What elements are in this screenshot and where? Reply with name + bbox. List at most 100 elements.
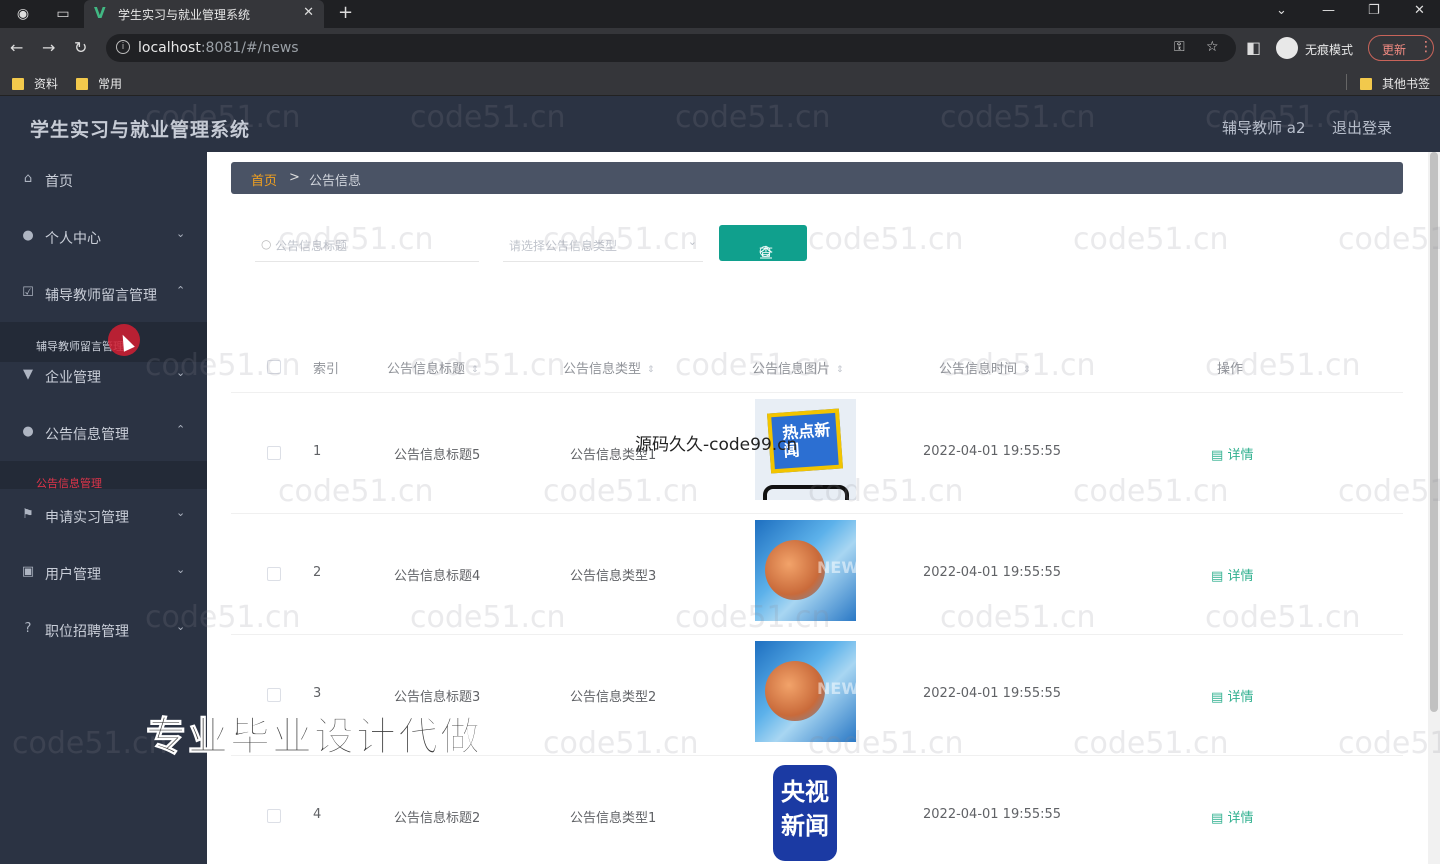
sidebar-item-teacher-messages[interactable]: ☑ 辅导教师留言管理 ⌃	[0, 266, 207, 322]
cell-index: 1	[313, 444, 322, 459]
new-tab-icon[interactable]: +	[338, 2, 353, 23]
detail-button[interactable]: ▤ 详情	[1211, 565, 1253, 584]
incognito-label: 无痕模式	[1305, 43, 1354, 57]
row-divider	[231, 513, 1403, 514]
detail-button[interactable]: ▤ 详情	[1211, 807, 1253, 826]
close-window-icon[interactable]: ✕	[1414, 3, 1425, 18]
sidebar-item-label: 企业管理	[45, 370, 101, 386]
cell-time: 2022-04-01 19:55:55	[923, 444, 1062, 459]
watermark: code51.cn	[1205, 100, 1361, 135]
user-icon: ●	[22, 228, 34, 243]
watermark: code51.cn	[1073, 222, 1229, 257]
update-label: 更新	[1382, 43, 1407, 57]
tab-list-icon[interactable]: ⌄	[1276, 3, 1287, 18]
sidebar-item-label: 申请实习管理	[45, 510, 129, 526]
search-icon: ○	[759, 243, 772, 259]
row-checkbox[interactable]	[267, 809, 281, 823]
sidebar-item-profile[interactable]: ● 个人中心 ⌄	[0, 209, 207, 265]
breadcrumb-home[interactable]: 首页	[251, 170, 277, 189]
col-type[interactable]: 公告信息类型 ⇕	[563, 358, 655, 377]
detail-button[interactable]: ▤ 详情	[1211, 444, 1253, 463]
more-menu-icon[interactable]: ⋮	[1419, 39, 1433, 55]
back-icon[interactable]: ←	[10, 38, 23, 57]
password-key-icon[interactable]: ⚿	[1174, 39, 1185, 55]
watermark: code51.cn	[1205, 348, 1361, 383]
cell-type: 公告信息类型3	[570, 569, 657, 584]
watermark: code51.cn	[808, 726, 964, 761]
doc-icon: ▤	[1211, 448, 1224, 463]
globe-graphic	[765, 661, 825, 721]
watermark: code51.cn	[1338, 474, 1440, 509]
browser-menu-icon[interactable]: ◉	[14, 5, 32, 23]
folder-icon	[1360, 78, 1372, 90]
cell-type: 公告信息类型1	[570, 811, 657, 826]
url-text: localhost:8081/#/news	[138, 40, 299, 56]
cell-type: 公告信息类型2	[570, 690, 657, 705]
bookmark-folder-ziliao[interactable]: 资料	[12, 75, 58, 92]
update-button[interactable]: 更新 ⋮	[1368, 35, 1434, 61]
watermark: code51.cn	[145, 600, 301, 635]
tab-search-icon[interactable]: ▭	[54, 5, 72, 23]
watermark: code51.cn	[543, 726, 699, 761]
row-checkbox[interactable]	[267, 446, 281, 460]
chevron-down-icon: ⌄	[176, 506, 186, 519]
watermark: code51.cn	[145, 348, 301, 383]
news-label: NEWS	[817, 558, 856, 577]
watermark: code51.cn	[1338, 726, 1440, 761]
watermark: code51.cn	[808, 474, 964, 509]
vue-logo-icon: V	[94, 4, 106, 22]
watermark: code51.cn	[278, 474, 434, 509]
watermark: code51.cn	[543, 474, 699, 509]
forward-icon[interactable]: →	[42, 38, 55, 57]
cell-title: 公告信息标题3	[394, 690, 481, 705]
sidebar-item-label: 用户管理	[45, 567, 101, 583]
checkbox-icon: ☑	[22, 285, 34, 300]
watermark: code51.cn	[410, 100, 566, 135]
url-input[interactable]: i localhost:8081/#/news ⚿ ☆	[106, 34, 1236, 62]
sidebar-item-users[interactable]: ▣ 用户管理 ⌄	[0, 545, 207, 601]
restore-icon[interactable]: ❐	[1368, 3, 1380, 18]
watermark: code51.cn	[1338, 222, 1440, 257]
cell-time: 2022-04-01 19:55:55	[923, 565, 1062, 580]
cell-index: 4	[313, 807, 322, 822]
browser-tab[interactable]: V 学生实习与就业管理系统 ✕	[84, 0, 324, 28]
cell-title: 公告信息标题4	[394, 569, 481, 584]
site-info-icon[interactable]: i	[116, 40, 130, 54]
watermark: code51.cn	[410, 600, 566, 635]
tab-close-icon[interactable]: ✕	[303, 5, 314, 20]
sidebar-item-label: 个人中心	[45, 231, 101, 247]
sidebar-item-label: 公告信息管理	[45, 427, 129, 443]
chevron-down-icon: ⌄	[176, 227, 186, 240]
browser-tab-bar: ◉ ▭ V 学生实习与就业管理系统 ✕ + ⌄ — ❐ ✕	[0, 0, 1440, 28]
side-panel-icon[interactable]: ◧	[1246, 38, 1261, 57]
bookmark-folder-changyong[interactable]: 常用	[76, 75, 122, 92]
row-divider	[231, 392, 1403, 393]
watermark: code51.cn	[940, 348, 1096, 383]
query-button[interactable]: 查询 ○	[719, 225, 807, 282]
watermark: code51.cn	[543, 222, 699, 257]
sidebar-item-internship-applications[interactable]: ⚑ 申请实习管理 ⌄	[0, 488, 207, 544]
watermark: code51.cn	[675, 600, 831, 635]
sidebar-item-announcements[interactable]: ● 公告信息管理 ⌃	[0, 405, 207, 461]
reload-icon[interactable]: ↻	[74, 38, 87, 57]
watermark: code51.cn	[1205, 600, 1361, 635]
globe-graphic	[765, 540, 825, 600]
sidebar-item-label: 辅导教师留言管理	[45, 288, 157, 304]
row-checkbox[interactable]	[267, 688, 281, 702]
cup-icon: ▼	[23, 367, 33, 382]
watermark: code51.cn	[808, 222, 964, 257]
cell-title: 公告信息标题2	[394, 811, 481, 826]
chevron-down-icon: ⌄	[176, 563, 186, 576]
row-checkbox[interactable]	[267, 567, 281, 581]
overlay-watermark-code99: 源码久久-code99.cn	[635, 435, 798, 455]
sidebar-item-home[interactable]: ⌂ 首页	[0, 152, 207, 208]
watermark: code51.cn	[940, 100, 1096, 135]
detail-button[interactable]: ▤ 详情	[1211, 686, 1253, 705]
doc-icon: ▤	[1211, 690, 1224, 705]
minimize-icon[interactable]: —	[1322, 3, 1335, 18]
cell-index: 3	[313, 686, 322, 701]
bookmark-star-icon[interactable]: ☆	[1206, 39, 1219, 55]
incognito-icon	[1276, 37, 1298, 59]
cell-title: 公告信息标题5	[394, 448, 481, 463]
bookmark-folder-other[interactable]: 其他书签	[1360, 75, 1430, 92]
